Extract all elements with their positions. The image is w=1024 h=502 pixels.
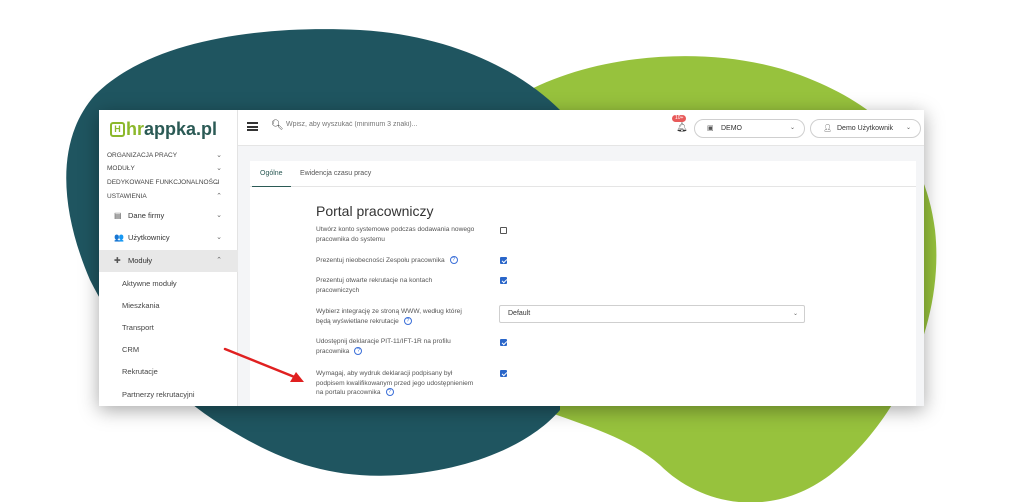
chevron-up-icon: ⌃ xyxy=(216,257,222,264)
sidebar-item-moduly[interactable]: ✚ Moduły ⌃ xyxy=(99,250,238,272)
sidebar-item-transport[interactable]: Transport xyxy=(99,317,238,339)
setting-checkbox[interactable] xyxy=(500,257,507,264)
stage: H hr appka.pl ORGANIZACJA PRACY ⌄ MODUŁY… xyxy=(0,0,1024,502)
nav-section-organizacja[interactable]: ORGANIZACJA PRACY ⌄ xyxy=(99,149,238,162)
sidebar-item-dane-firmy[interactable]: ▤ Dane firmy ⌄ xyxy=(99,205,238,227)
chevron-down-icon: ⌄ xyxy=(214,179,220,186)
help-icon[interactable]: ? xyxy=(354,346,363,355)
help-icon[interactable]: ? xyxy=(403,316,412,325)
sidebar-item-crm[interactable]: CRM xyxy=(99,339,238,361)
nav-section-dedykowane[interactable]: DEDYKOWANE FUNKCJONALNOŚCI ⌄ xyxy=(99,176,238,189)
users-icon: 👥 xyxy=(114,233,124,242)
logo-hr: hr xyxy=(126,118,144,139)
sidebar-item-uzytkownicy[interactable]: 👥 Użytkownicy ⌄ xyxy=(99,227,238,249)
red-arrow-icon xyxy=(223,347,304,382)
setting-checkbox[interactable] xyxy=(500,339,507,346)
chevron-up-icon: ⌃ xyxy=(216,193,222,200)
logo[interactable]: H hr appka.pl xyxy=(110,118,217,140)
top-bar: 🔍︎ 10+ 🔔︎ ▣ DEMO ⌄ 👤︎ Demo Użytkownik ⌄ xyxy=(238,110,924,146)
sidebar-item-aktywne-moduly[interactable]: Aktywne moduły xyxy=(99,273,238,295)
setting-checkbox[interactable] xyxy=(500,370,507,377)
puzzle-icon: ✚ xyxy=(114,256,121,265)
sidebar-item-mieszkania[interactable]: Mieszkania xyxy=(99,295,238,317)
user-icon: 👤︎ xyxy=(823,125,832,132)
company-select[interactable]: ▣ DEMO ⌄ xyxy=(694,119,805,138)
setting-label: Udostępnij deklaracje PIT-11/IFT-1R na p… xyxy=(316,338,451,355)
document-icon: ▤ xyxy=(114,211,122,220)
tab-ewidencja[interactable]: Ewidencja czasu pracy xyxy=(292,161,379,187)
tab-ogolne[interactable]: Ogólne xyxy=(252,161,291,187)
search-input[interactable] xyxy=(286,121,486,128)
chevron-down-icon: ⌄ xyxy=(216,234,222,241)
nav-section-ustawienia[interactable]: USTAWIENIA ⌃ xyxy=(99,190,238,203)
chevron-down-icon: ⌄ xyxy=(216,212,222,219)
chevron-down-icon: ⌄ xyxy=(216,152,222,159)
integration-select[interactable]: Default ⌄ xyxy=(499,305,805,323)
notification-badge: 10+ xyxy=(672,115,687,122)
user-menu[interactable]: 👤︎ Demo Użytkownik ⌄ xyxy=(810,119,921,138)
setting-label: Wybierz integrację ze stroną WWW, według… xyxy=(316,308,462,325)
tabs: Ogólne Ewidencja czasu pracy xyxy=(250,161,916,187)
sidebar-item-partnerzy[interactable]: Partnerzy rekrutacyjni xyxy=(99,384,238,406)
chevron-down-icon: ⌄ xyxy=(216,165,222,172)
settings-card: Ogólne Ewidencja czasu pracy Portal prac… xyxy=(250,161,916,406)
nav-section-moduly[interactable]: MODUŁY ⌄ xyxy=(99,162,238,175)
help-icon[interactable]: ? xyxy=(449,256,458,265)
section-title: Portal pracowniczy xyxy=(316,203,434,219)
chevron-down-icon: ⌄ xyxy=(905,125,911,131)
search-icon[interactable]: 🔍︎ xyxy=(271,120,284,131)
hamburger-menu-icon[interactable] xyxy=(247,122,258,131)
setting-label: Prezentuj otwarte rekrutacje na kontach … xyxy=(316,277,433,294)
chevron-down-icon: ⌄ xyxy=(789,125,795,131)
setting-label: Utwórz konto systemowe podczas dodawania… xyxy=(316,226,475,243)
sidebar-item-rekrutacje[interactable]: Rekrutacje xyxy=(99,361,238,383)
bell-icon[interactable]: 🔔︎ xyxy=(676,122,687,133)
setting-checkbox[interactable] xyxy=(500,227,507,234)
building-icon: ▣ xyxy=(707,125,714,132)
setting-checkbox[interactable] xyxy=(500,277,507,284)
chevron-down-icon: ⌄ xyxy=(792,311,798,317)
setting-label: Prezentuj nieobecności Zespołu pracownik… xyxy=(316,256,476,266)
logo-icon: H xyxy=(110,121,125,137)
help-icon[interactable]: ? xyxy=(385,388,394,397)
logo-rest: appka.pl xyxy=(144,118,218,139)
sidebar: H hr appka.pl ORGANIZACJA PRACY ⌄ MODUŁY… xyxy=(99,110,238,406)
setting-label: Wymagaj, aby wydruk deklaracji podpisany… xyxy=(316,370,474,397)
